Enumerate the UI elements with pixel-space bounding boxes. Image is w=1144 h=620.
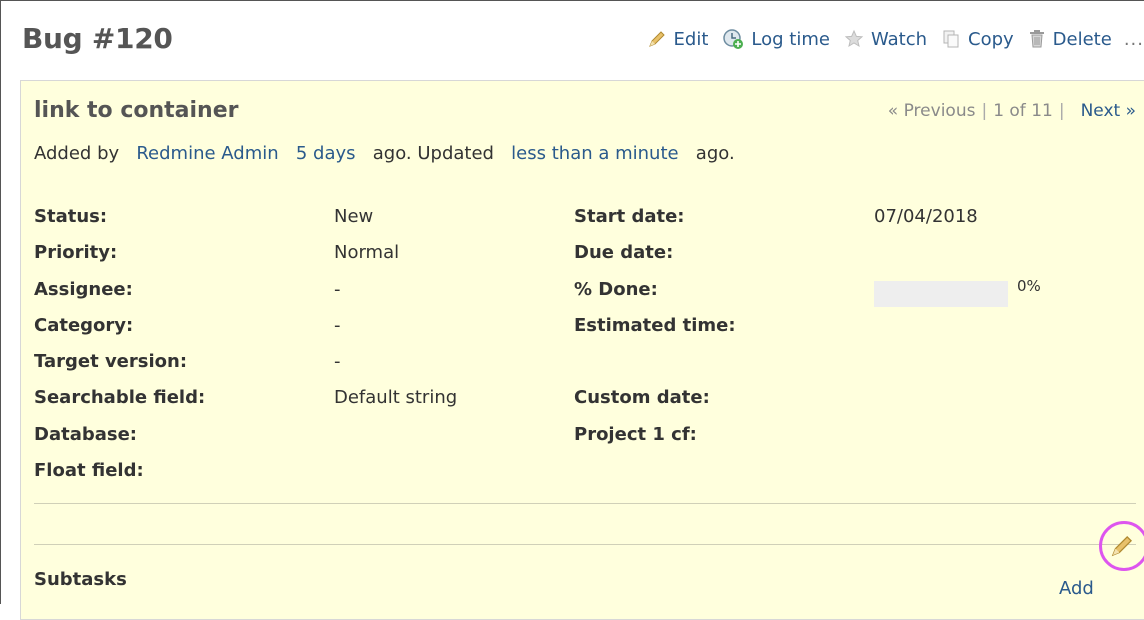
start-date-label: Start date: — [574, 206, 685, 227]
divider — [34, 544, 1136, 545]
assignee-label: Assignee: — [34, 278, 133, 300]
assignee-value: - — [334, 278, 341, 300]
add-subtask-link[interactable]: Add — [1059, 578, 1094, 599]
status-value: New — [334, 206, 374, 227]
next-link[interactable]: Next » — [1081, 101, 1136, 121]
done-label: % Done: — [574, 278, 658, 300]
divider — [34, 503, 1136, 504]
issue-header: Bug #120 Edit Log time Watch Copy Delete… — [22, 22, 1144, 62]
copy-label: Copy — [968, 28, 1014, 50]
target-version-value: - — [334, 351, 341, 373]
clock-add-icon — [723, 29, 744, 49]
attribute-row: Searchable field: Default string Custom … — [34, 387, 1134, 423]
estimated-time-label: Estimated time: — [574, 314, 736, 336]
watch-button[interactable]: Watch — [844, 29, 927, 50]
issue-position: 1 of 11 — [993, 101, 1053, 121]
start-date-value: 07/04/2018 — [874, 206, 978, 227]
due-date-label: Due date: — [574, 242, 674, 264]
pencil-icon — [648, 31, 665, 47]
added-by-text: Added by — [34, 143, 120, 164]
author-link[interactable]: Redmine Admin — [136, 143, 278, 164]
done-progress-bar — [874, 280, 1008, 307]
issue-navigation: « Previous | 1 of 11 | Next » — [888, 101, 1136, 121]
category-label: Category: — [34, 314, 134, 336]
attribute-row: Assignee: - % Done: 0% — [34, 276, 1134, 315]
done-value: 0% — [1017, 276, 1041, 295]
updated-time-link[interactable]: less than a minute — [511, 143, 678, 164]
edit-label: Edit — [673, 28, 709, 50]
attribute-row: Target version: - — [34, 351, 1134, 387]
star-icon — [844, 29, 864, 48]
copy-icon — [943, 30, 959, 48]
ago-updated-text: ago. Updated — [372, 143, 494, 164]
log-time-button[interactable]: Log time — [722, 28, 830, 50]
page-title: Bug #120 — [22, 22, 173, 55]
previous-link[interactable]: « Previous — [888, 101, 976, 121]
custom-date-label: Custom date: — [574, 387, 710, 409]
database-label: Database: — [34, 423, 137, 445]
ago-text: ago. — [695, 143, 735, 164]
float-field-label: Float field: — [34, 460, 144, 482]
issue-byline: Added by Redmine Admin 5 days ago. Updat… — [34, 143, 735, 164]
delete-label: Delete — [1052, 28, 1112, 50]
target-version-label: Target version: — [34, 351, 188, 373]
priority-value: Normal — [334, 242, 400, 264]
attribute-row: Database: Project 1 cf: — [34, 424, 1134, 460]
attribute-row: Float field: — [34, 460, 1134, 496]
searchable-field-value: Default string — [334, 387, 458, 409]
edit-button[interactable]: Edit — [647, 28, 709, 50]
created-time-link[interactable]: 5 days — [296, 143, 356, 164]
searchable-field-label: Searchable field: — [34, 387, 206, 409]
attribute-row: Category: - Estimated time: — [34, 315, 1134, 351]
attribute-row: Status: New Start date: 07/04/2018 — [34, 206, 1134, 242]
attribute-row: Priority: Normal Due date: — [34, 242, 1134, 278]
nav-separator: | — [1058, 101, 1065, 121]
nav-separator: | — [981, 101, 988, 121]
issue-subject: link to container — [34, 98, 239, 123]
pencil-icon — [1111, 535, 1133, 557]
log-time-label: Log time — [751, 28, 830, 50]
status-label: Status: — [34, 206, 108, 227]
copy-button[interactable]: Copy — [941, 29, 1014, 50]
priority-label: Priority: — [34, 242, 118, 264]
edit-description-button[interactable] — [1109, 533, 1135, 563]
category-value: - — [334, 314, 341, 336]
more-actions-button[interactable]: ... — [1124, 29, 1144, 50]
contextual-actions: Edit Log time Watch Copy Delete ... — [633, 28, 1144, 50]
project1-cf-label: Project 1 cf: — [574, 423, 697, 445]
watch-label: Watch — [870, 28, 927, 50]
issue-attributes: Status: New Start date: 07/04/2018 Prior… — [34, 206, 1134, 496]
trash-icon — [1029, 30, 1044, 48]
subtasks-title: Subtasks — [34, 569, 127, 590]
issue-details: link to container « Previous | 1 of 11 |… — [20, 80, 1144, 620]
delete-button[interactable]: Delete — [1028, 29, 1112, 50]
